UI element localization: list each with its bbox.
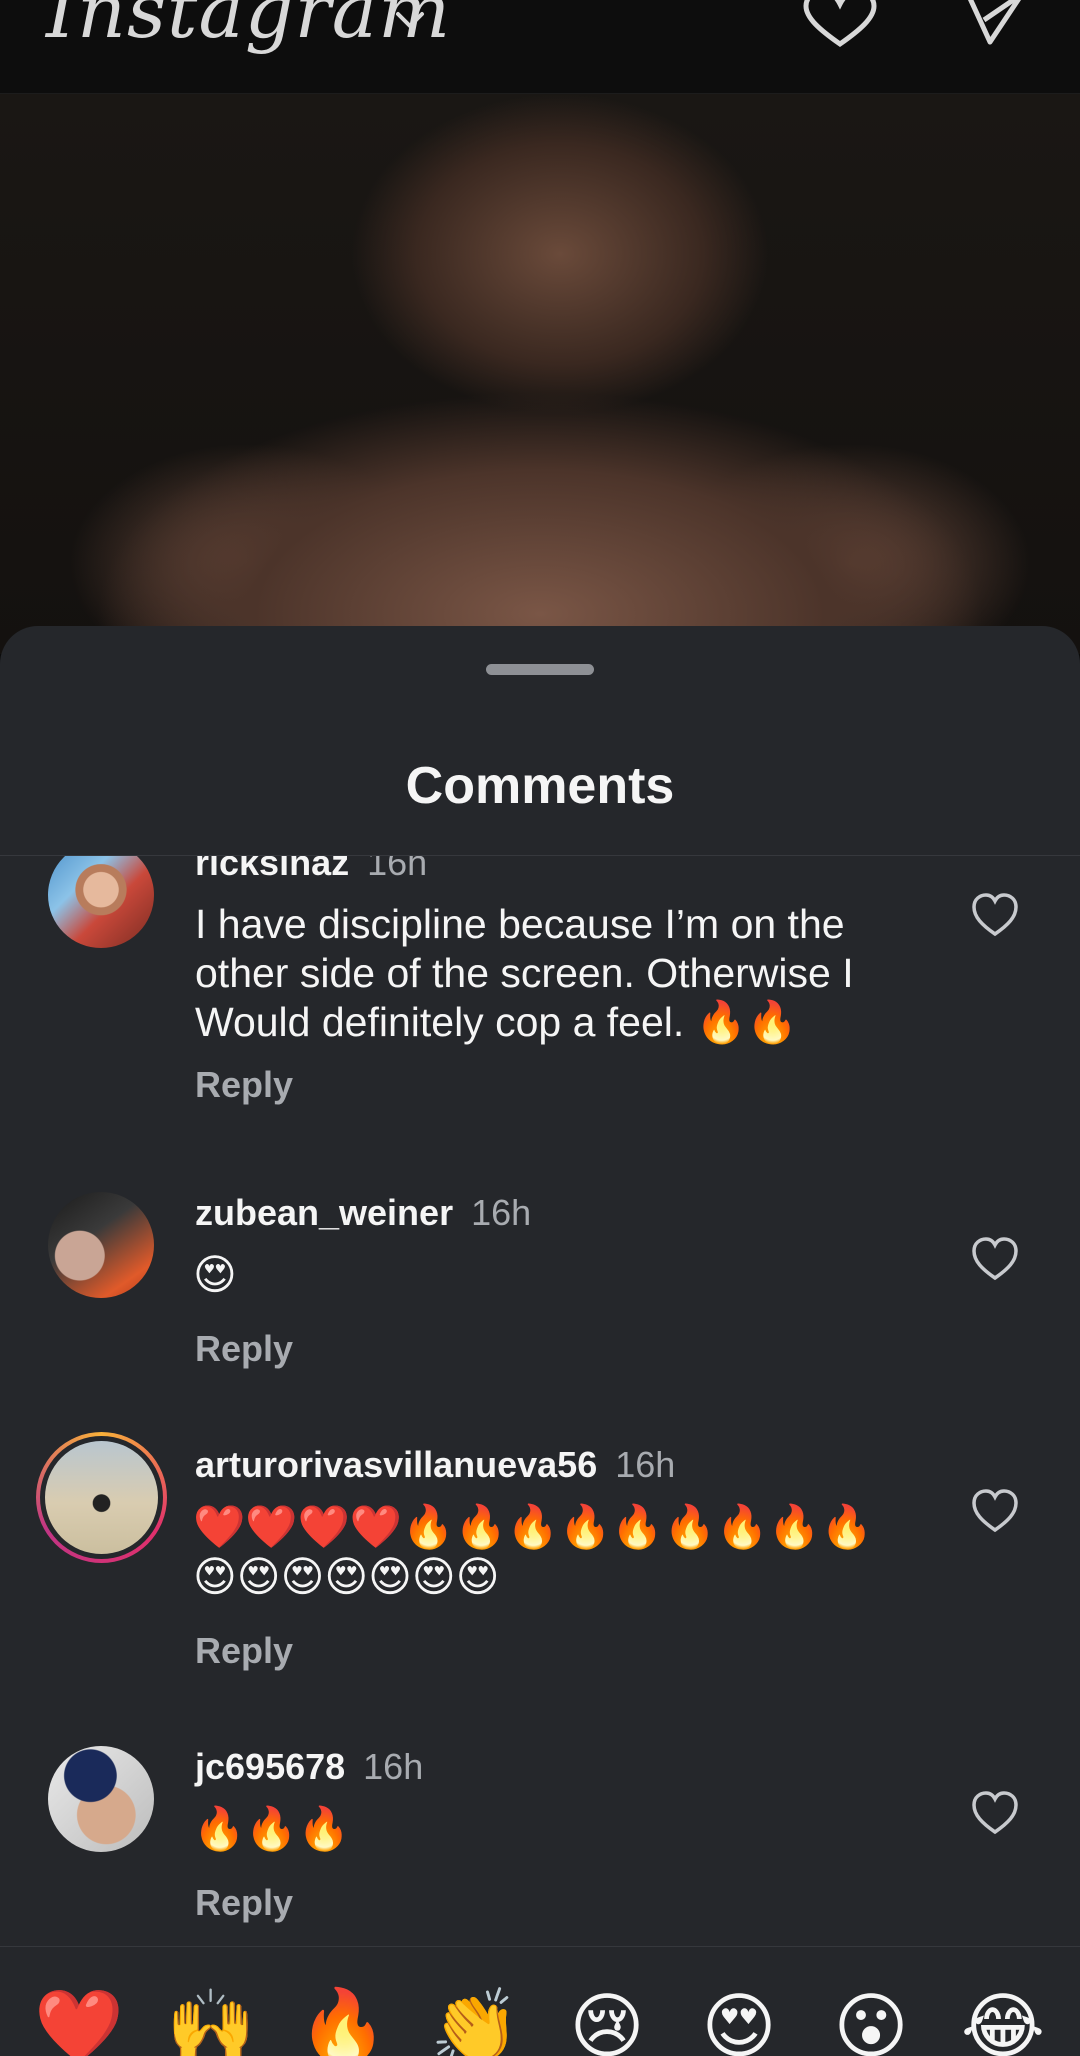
reaction-crying[interactable]: 😢	[552, 1972, 662, 2056]
reply-button[interactable]: Reply	[195, 1064, 293, 1106]
send-icon[interactable]	[960, 0, 1030, 54]
reply-button[interactable]: Reply	[195, 1882, 293, 1924]
comments-list[interactable]: ricksinaz 16h I have discipline because I…	[0, 856, 1080, 1946]
comment-text: ❤️❤️❤️❤️🔥🔥🔥🔥🔥🔥🔥🔥🔥😍😍😍😍😍😍😍	[193, 1503, 873, 1600]
comment-username[interactable]: arturorivasvillanueva56	[195, 1444, 597, 1485]
comment-time: 16h	[363, 1746, 424, 1787]
post-photo	[0, 94, 1080, 654]
avatar[interactable]	[48, 1746, 154, 1852]
reaction-surprised[interactable]: 😮	[816, 1972, 926, 2056]
reaction-raised-hands[interactable]: 🙌	[156, 1972, 266, 2056]
reply-button[interactable]: Reply	[195, 1630, 293, 1672]
comment-time: 16h	[615, 1444, 676, 1485]
like-heart-icon[interactable]	[970, 1488, 1020, 1534]
reply-button[interactable]: Reply	[195, 1328, 293, 1370]
heart-icon[interactable]	[800, 0, 880, 52]
comment-username[interactable]: jc695678	[195, 1746, 345, 1787]
story-ring-avatar[interactable]	[36, 1432, 167, 1563]
comment-username[interactable]: ricksinaz	[195, 856, 349, 883]
comment-text: I have discipline because I’m on the oth…	[195, 901, 854, 1045]
reaction-clap[interactable]: 👏	[420, 1972, 530, 2056]
comments-sheet: Comments ricksinaz 16h I have discipline …	[0, 626, 1080, 2056]
like-heart-icon[interactable]	[970, 1790, 1020, 1836]
instagram-logo[interactable]: Instagram	[46, 0, 451, 55]
chevron-down-icon[interactable]	[392, 8, 428, 32]
reaction-heart[interactable]: ❤️	[24, 1972, 134, 2056]
comment-text: 🔥🔥🔥	[193, 1805, 350, 1852]
comment-username[interactable]: zubean_weiner	[195, 1192, 453, 1233]
reaction-laughing[interactable]: 😂	[948, 1972, 1058, 2056]
quick-reaction-bar: ❤️ 🙌 🔥 👏 😢 😍 😮 😂	[0, 1946, 1080, 2056]
avatar[interactable]	[48, 1192, 154, 1298]
comment-time: 16h	[471, 1192, 532, 1233]
like-heart-icon[interactable]	[970, 1236, 1020, 1282]
divider	[0, 1946, 1080, 1947]
sheet-drag-handle[interactable]	[486, 664, 594, 675]
instagram-screen: Instagram Comments ricksinaz 16h I have d…	[0, 0, 1080, 2056]
like-heart-icon[interactable]	[970, 892, 1020, 938]
reaction-fire[interactable]: 🔥	[288, 1972, 398, 2056]
avatar[interactable]	[48, 856, 154, 948]
reaction-heart-eyes[interactable]: 😍	[684, 1972, 794, 2056]
sheet-title: Comments	[405, 757, 675, 815]
comment-text: 😍	[193, 1251, 237, 1298]
top-bar: Instagram	[0, 0, 1080, 94]
comment-time: 16h	[367, 856, 428, 883]
